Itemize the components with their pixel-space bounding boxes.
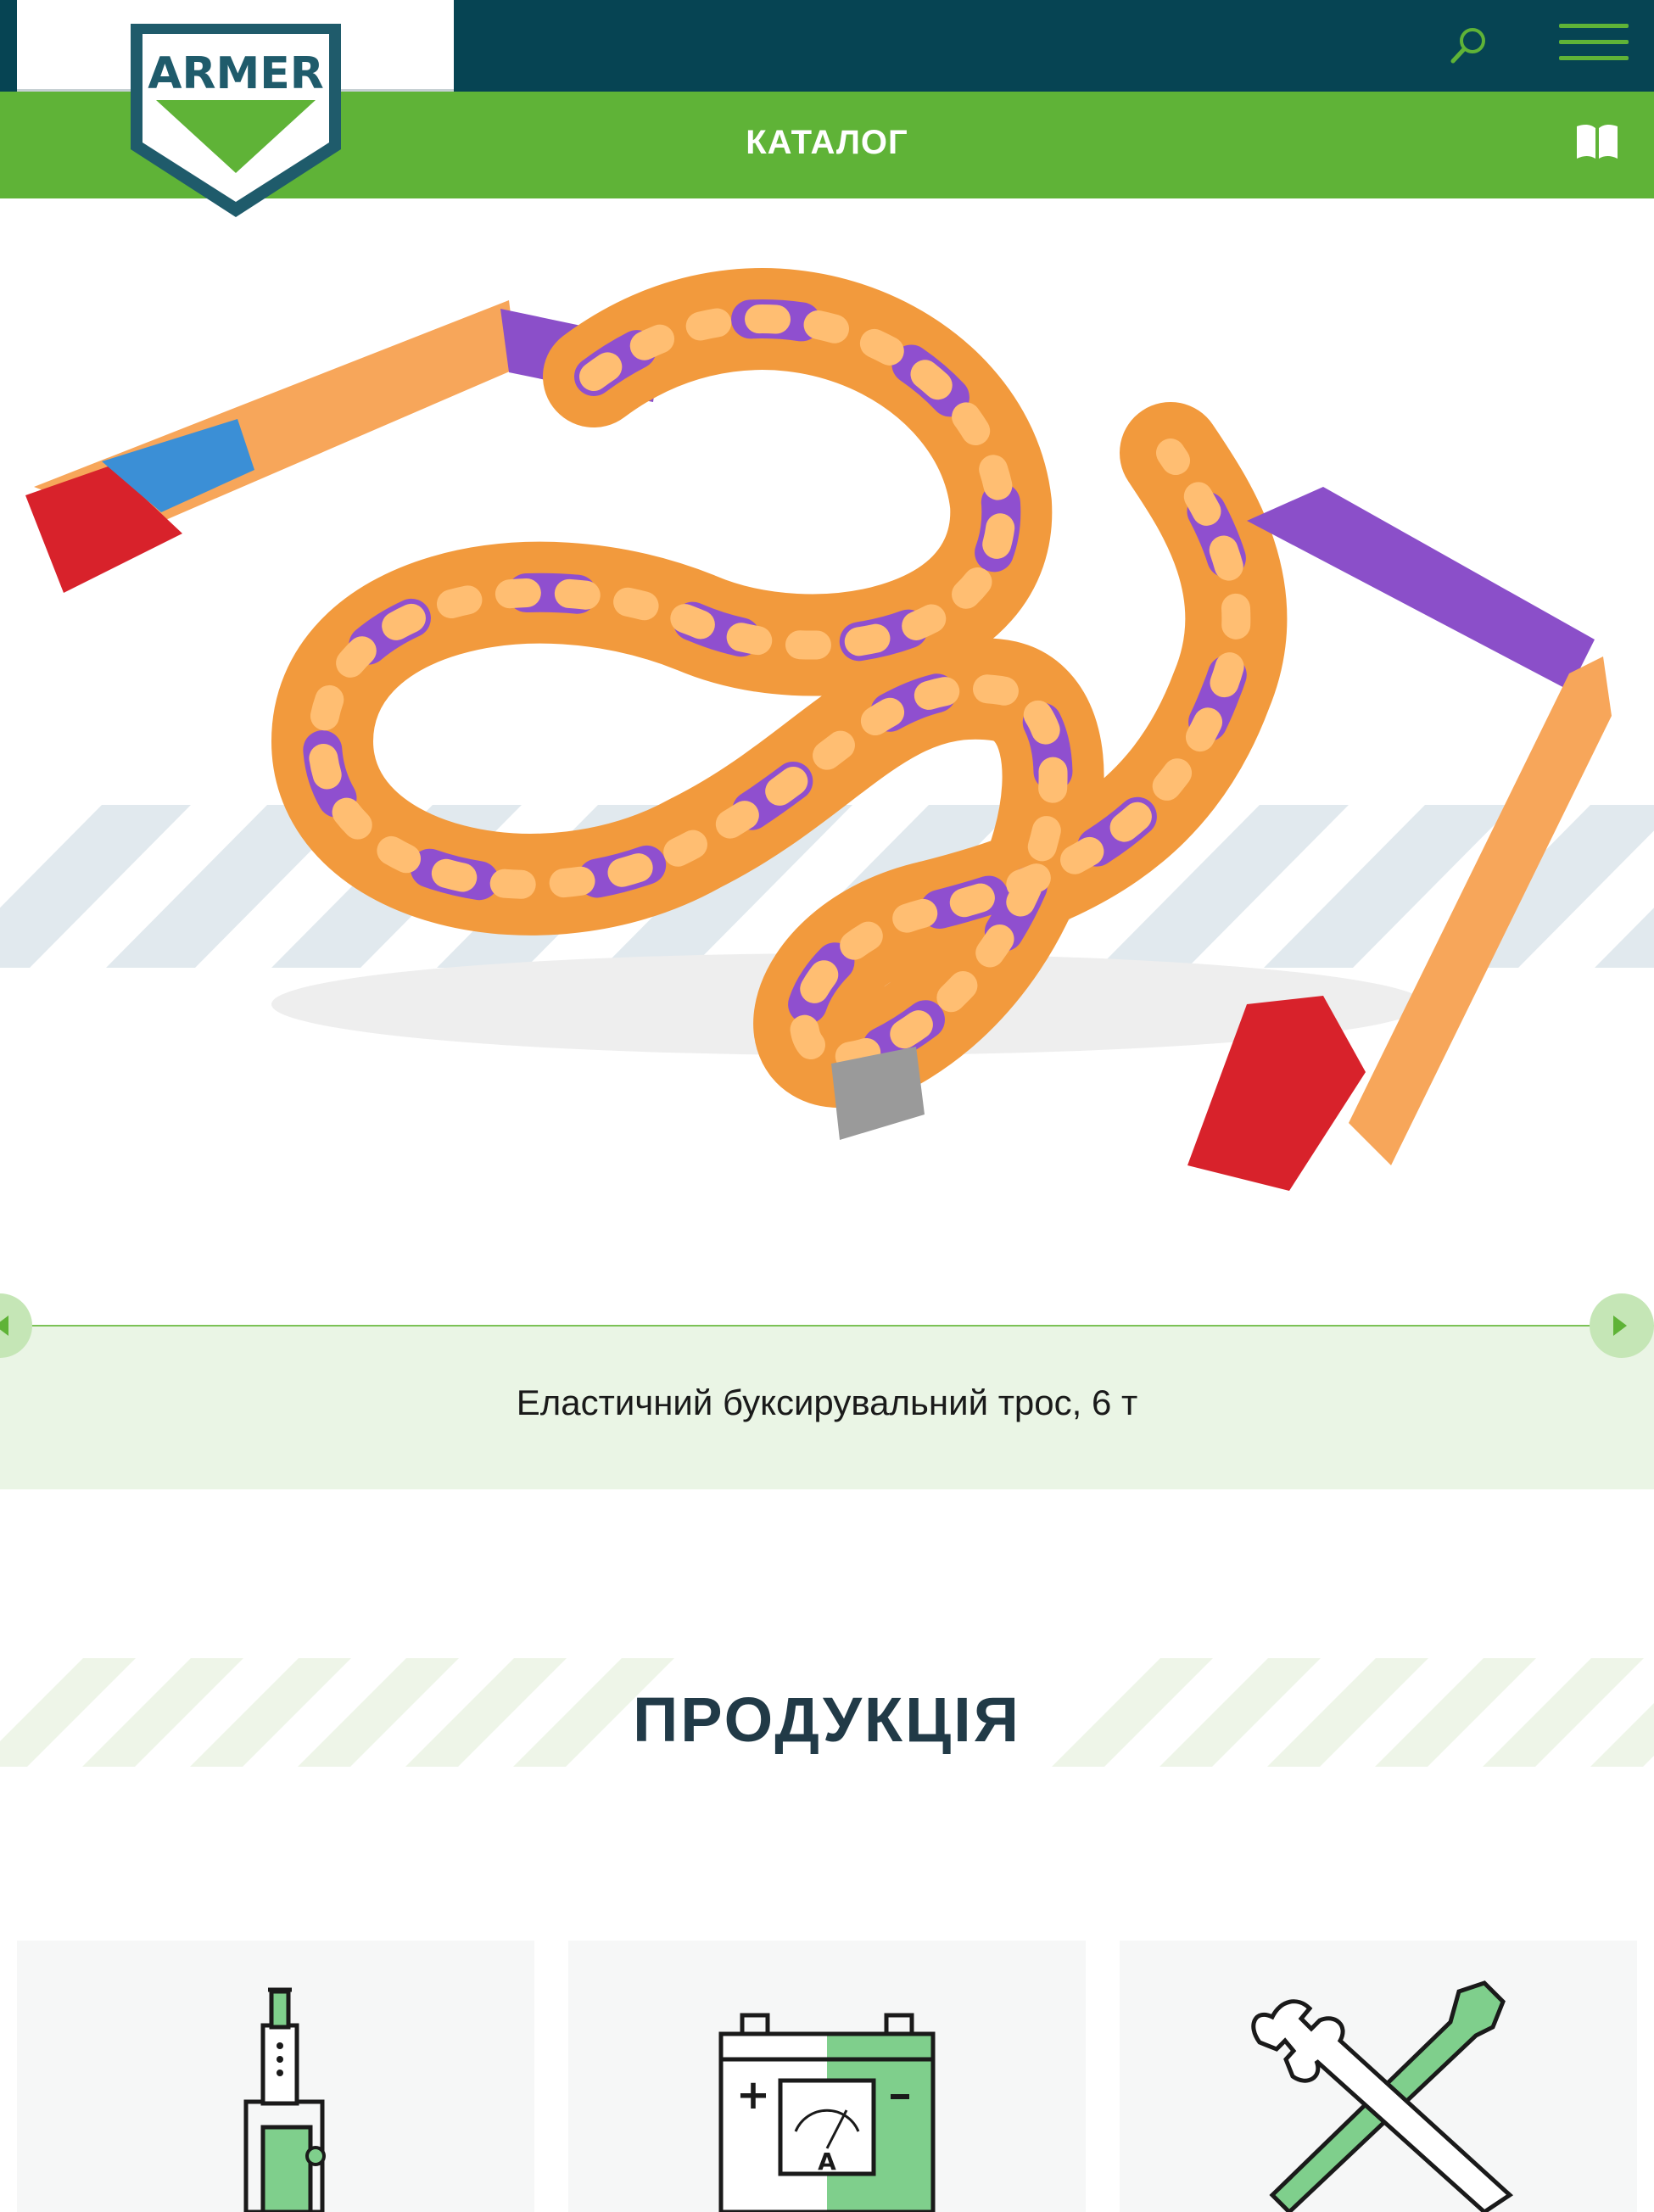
search-button[interactable] [1446,24,1490,68]
slider-next-button[interactable] [1590,1293,1654,1358]
product-card-batteries[interactable]: + A [568,1941,1086,2212]
product-card-tools[interactable] [1120,1941,1637,2212]
svg-text:+: + [736,2071,770,2119]
product-card-jacks[interactable] [17,1941,534,2212]
hamburger-menu-icon [1559,24,1629,60]
products-title: ПРОДУКЦІЯ [633,1684,1021,1755]
hydraulic-jack-icon [243,1987,326,2212]
svg-text:A: A [818,2148,836,2176]
slider-caption-band: Еластичний буксирувальний трос, 6 т [0,1327,1654,1489]
search-icon [1450,28,1485,64]
products-section-header: ПРОДУКЦІЯ [0,1658,1654,1767]
elastic-tow-rope-image [25,268,1612,1191]
arrow-left-icon [0,1315,8,1336]
hero-slider [0,198,1654,1327]
book-icon [1577,124,1618,159]
menu-button[interactable] [1559,24,1629,66]
slide-caption[interactable]: Еластичний буксирувальний трос, 6 т [0,1382,1654,1423]
logo-text: ARMER [148,48,324,99]
arrow-right-icon [1613,1315,1627,1336]
armer-logo[interactable]: ARMER [127,22,344,219]
car-battery-icon: + A [718,2013,936,2212]
slider-prev-button[interactable] [0,1293,32,1358]
wrench-screwdriver-icon [1251,1980,1514,2212]
catalog-book-button[interactable] [1573,121,1621,164]
